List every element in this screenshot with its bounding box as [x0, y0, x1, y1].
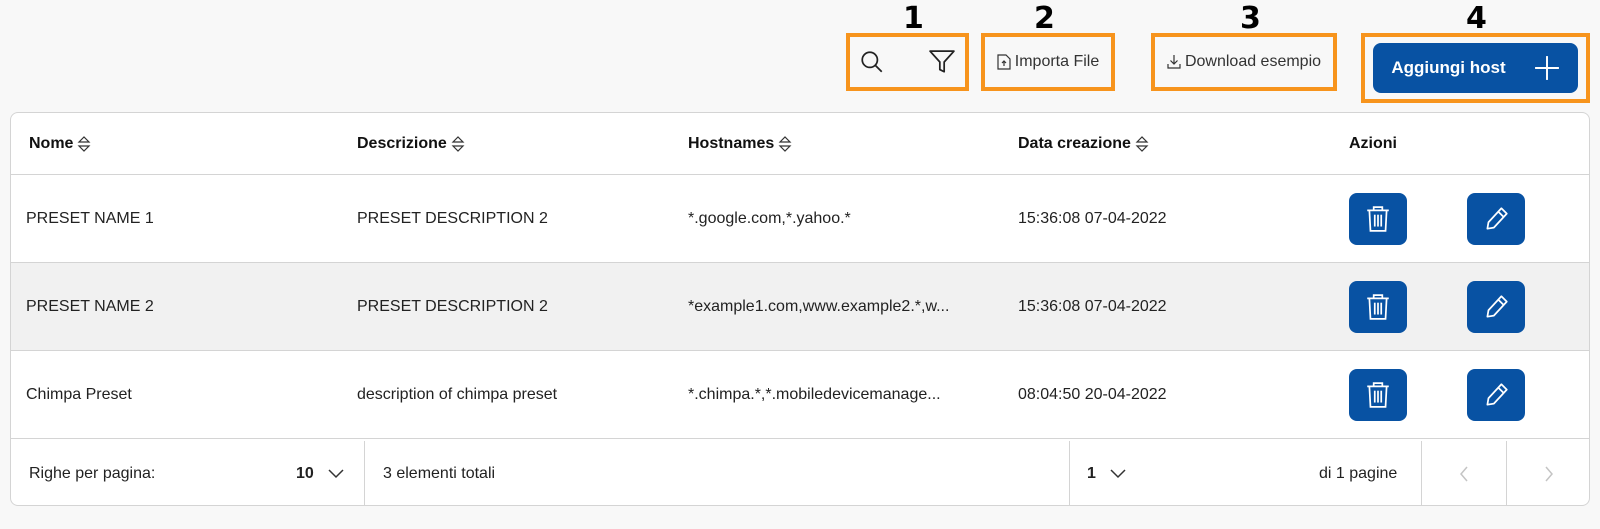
cell-created: 15:36:08 07-04-2022: [1018, 210, 1167, 227]
edit-button[interactable]: [1467, 193, 1525, 245]
table-header: Nome Descrizione Hostnames Data creazion…: [11, 113, 1589, 175]
cell-created: 08:04:50 20-04-2022: [1018, 386, 1167, 403]
table-pagination: Righe per pagina: 10 3 elementi totali 1…: [11, 441, 1589, 505]
callout-3: 3: [1240, 1, 1261, 36]
hosts-table: Nome Descrizione Hostnames Data creazion…: [10, 112, 1590, 506]
callout-4: 4: [1466, 1, 1487, 36]
import-file-button[interactable]: Importa File: [987, 40, 1109, 84]
edit-button[interactable]: [1467, 369, 1525, 421]
next-page-button[interactable]: [1507, 441, 1589, 505]
trash-icon: [1367, 206, 1389, 232]
column-header-hostnames[interactable]: Hostnames: [688, 113, 792, 175]
filter-button[interactable]: [922, 40, 962, 84]
cell-hostnames: *example1.com,www.example2.*,w...: [688, 298, 950, 315]
download-example-button[interactable]: Download esempio: [1157, 40, 1331, 84]
sort-icon: [778, 136, 792, 152]
cell-created: 15:36:08 07-04-2022: [1018, 298, 1167, 315]
cell-name: PRESET NAME 2: [26, 298, 154, 315]
callout-1: 1: [903, 1, 924, 36]
pencil-icon: [1486, 295, 1508, 318]
column-header-data-creazione[interactable]: Data creazione: [1018, 113, 1149, 175]
chevron-right-icon: [1545, 466, 1553, 482]
import-file-label: Importa File: [1014, 53, 1100, 70]
sort-icon: [78, 136, 91, 152]
cell-hostnames: *.chimpa.*,*.mobiledevicemanage...: [688, 386, 941, 403]
add-host-label: Aggiungi host: [1391, 58, 1506, 77]
file-upload-icon: [997, 54, 1011, 70]
delete-button[interactable]: [1349, 193, 1407, 245]
column-header-nome[interactable]: Nome: [29, 113, 91, 175]
pages-label: di 1 pagine: [1319, 465, 1398, 482]
table-row: Chimpa Preset description of chimpa pres…: [11, 351, 1589, 439]
page-value: 1: [1087, 465, 1096, 482]
table-row: PRESET NAME 2 PRESET DESCRIPTION 2 *exam…: [11, 263, 1589, 351]
page-select[interactable]: 1: [1087, 441, 1126, 505]
sort-icon: [451, 136, 465, 152]
delete-button[interactable]: [1349, 281, 1407, 333]
pencil-icon: [1486, 383, 1508, 406]
sort-icon: [1135, 136, 1149, 152]
divider: [1069, 441, 1070, 505]
rows-per-page-select[interactable]: 10: [296, 441, 344, 505]
cell-description: PRESET DESCRIPTION 2: [357, 210, 548, 227]
chevron-left-icon: [1460, 466, 1468, 482]
edit-button[interactable]: [1467, 281, 1525, 333]
table-row: PRESET NAME 1 PRESET DESCRIPTION 2 *.goo…: [11, 175, 1589, 263]
total-items: 3 elementi totali: [383, 465, 496, 482]
add-host-button[interactable]: Aggiungi host: [1373, 43, 1578, 93]
prev-page-button[interactable]: [1422, 441, 1506, 505]
plus-icon: [1534, 56, 1559, 80]
search-button[interactable]: [852, 40, 892, 84]
column-header-azioni: Azioni: [1349, 135, 1397, 152]
cell-description: description of chimpa preset: [357, 386, 558, 403]
cell-hostnames: *.google.com,*.yahoo.*: [688, 210, 851, 227]
column-header-descrizione[interactable]: Descrizione: [357, 113, 465, 175]
delete-button[interactable]: [1349, 369, 1407, 421]
cell-description: PRESET DESCRIPTION 2: [357, 298, 548, 315]
cell-name: PRESET NAME 1: [26, 210, 154, 227]
search-icon: [861, 51, 883, 73]
divider: [364, 441, 365, 505]
trash-icon: [1367, 294, 1389, 320]
filter-icon: [929, 50, 955, 73]
rows-per-page-value: 10: [296, 465, 314, 482]
callout-2: 2: [1034, 1, 1055, 36]
chevron-down-icon: [1110, 469, 1126, 479]
download-example-label: Download esempio: [1184, 53, 1322, 70]
trash-icon: [1367, 382, 1389, 408]
cell-name: Chimpa Preset: [26, 386, 132, 403]
pencil-icon: [1486, 207, 1508, 230]
download-icon: [1167, 55, 1181, 69]
rows-per-page-label: Righe per pagina:: [29, 465, 156, 482]
chevron-down-icon: [328, 469, 344, 479]
